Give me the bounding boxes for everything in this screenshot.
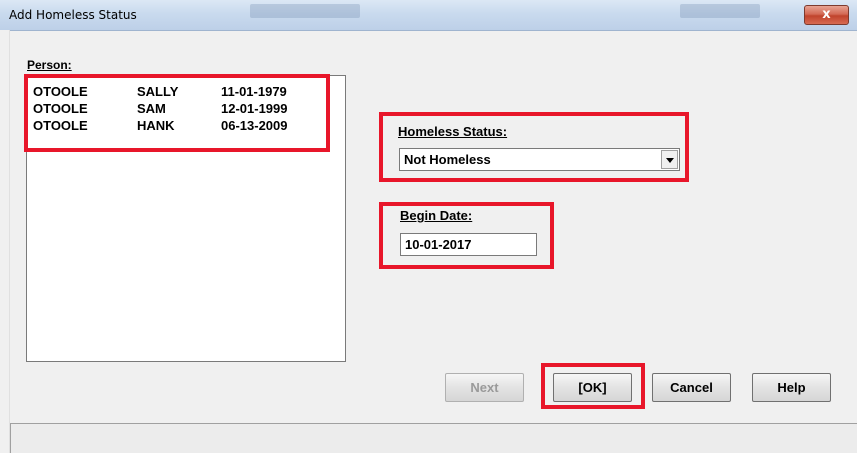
- status-bar: [10, 423, 857, 453]
- close-icon: x: [822, 7, 831, 22]
- highlight-box-begin-date: [379, 202, 554, 269]
- close-button[interactable]: x: [804, 5, 849, 25]
- add-homeless-status-dialog: Add Homeless Status x Person: OTOOLE SAL…: [0, 0, 857, 453]
- highlight-box-ok: [541, 363, 645, 409]
- window-edge: [0, 30, 10, 453]
- highlight-box-persons: [24, 74, 330, 152]
- background-window-ghost: [680, 4, 760, 18]
- person-label: Person:: [27, 58, 72, 72]
- cancel-button[interactable]: Cancel: [652, 373, 731, 402]
- highlight-box-homeless-status: [379, 112, 689, 182]
- help-button[interactable]: Help: [752, 373, 831, 402]
- background-window-ghost: [250, 4, 360, 18]
- title-bar: Add Homeless Status x: [0, 0, 857, 31]
- window-title: Add Homeless Status: [9, 8, 137, 22]
- next-button[interactable]: Next: [445, 373, 524, 402]
